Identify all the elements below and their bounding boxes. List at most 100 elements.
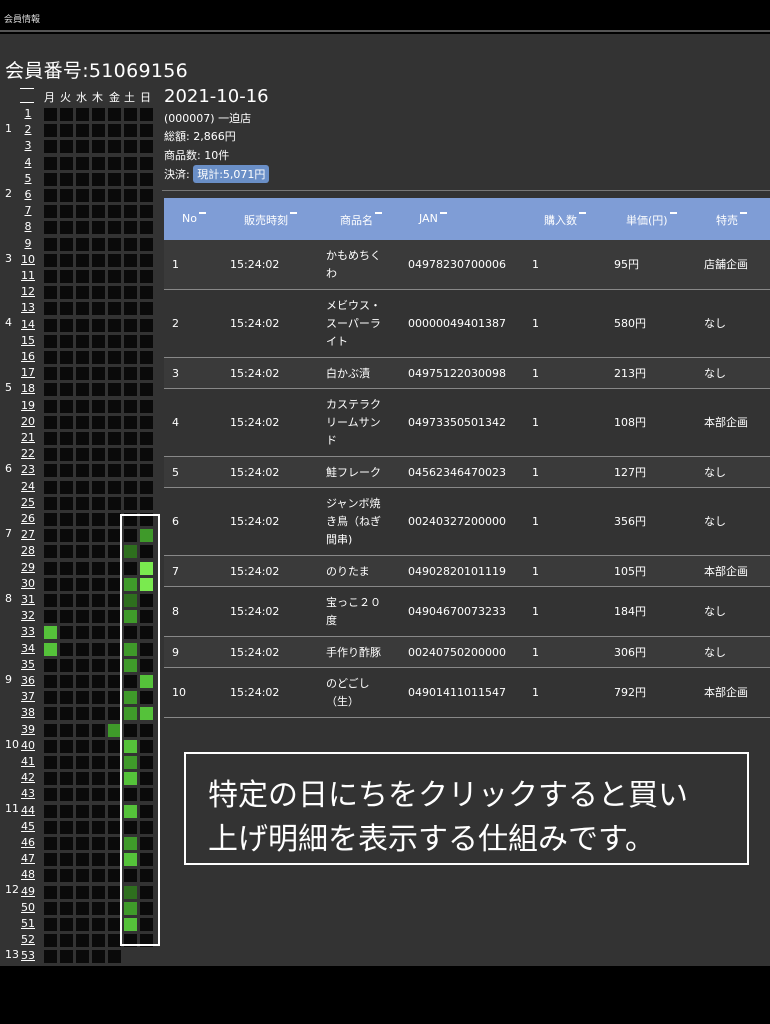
calendar-day[interactable] (92, 253, 105, 267)
calendar-day[interactable] (44, 270, 57, 283)
calendar-day[interactable] (76, 901, 89, 915)
calendar-day[interactable] (124, 496, 137, 510)
calendar-day[interactable] (140, 237, 153, 251)
calendar-day[interactable] (60, 901, 73, 915)
calendar-day[interactable] (76, 140, 89, 154)
calendar-day[interactable] (108, 367, 121, 381)
calendar-day[interactable] (108, 237, 121, 251)
calendar-day[interactable] (60, 480, 73, 494)
calendar-day[interactable] (60, 529, 73, 543)
calendar-day[interactable] (92, 707, 105, 721)
calendar-day[interactable] (92, 286, 105, 300)
calendar-day[interactable] (76, 675, 89, 688)
calendar-day[interactable] (60, 351, 73, 364)
week-number-link[interactable]: 45 (19, 820, 37, 834)
week-number-link[interactable]: 35 (19, 658, 37, 672)
calendar-day[interactable] (140, 286, 153, 300)
calendar-day[interactable] (124, 318, 137, 332)
table-row[interactable]: 6 15:24:02 00240327200000 1 356円 なし ジャンボ焼 き鳥（ねぎ… (164, 488, 770, 556)
calendar-day[interactable] (124, 172, 137, 186)
calendar-day[interactable] (92, 756, 105, 769)
calendar-day[interactable] (92, 772, 105, 786)
week-number-link[interactable]: 39 (19, 723, 37, 737)
week-number-link[interactable]: 21 (19, 431, 37, 445)
header-jan[interactable]: JAN (419, 212, 447, 225)
week-number-link[interactable]: 41 (19, 755, 37, 769)
calendar-day[interactable] (60, 205, 73, 219)
calendar-day[interactable] (44, 691, 57, 705)
week-number-link[interactable]: 3 (19, 139, 37, 153)
calendar-day[interactable] (140, 270, 153, 283)
calendar-day[interactable] (92, 594, 105, 607)
calendar-day[interactable] (60, 561, 73, 575)
calendar-day[interactable] (76, 367, 89, 381)
calendar-day[interactable] (108, 302, 121, 316)
calendar-day[interactable] (92, 869, 105, 883)
week-number-link[interactable]: 7 (19, 204, 37, 218)
week-number-link[interactable]: 30 (19, 577, 37, 591)
calendar-day[interactable] (60, 383, 73, 397)
table-row[interactable]: 8 15:24:02 04904670073233 1 184円 なし 宝っこ２０ 度 (164, 587, 770, 637)
calendar-day[interactable] (60, 642, 73, 656)
week-number-link[interactable]: 51 (19, 917, 37, 931)
week-number-link[interactable]: 11 (19, 269, 37, 283)
week-number-link[interactable]: 15 (19, 334, 37, 348)
calendar-day[interactable] (44, 853, 57, 867)
calendar-day[interactable] (92, 723, 105, 737)
calendar-day[interactable] (108, 156, 121, 170)
week-number-link[interactable]: 43 (19, 787, 37, 801)
calendar-day[interactable] (92, 399, 105, 413)
calendar-day[interactable] (76, 156, 89, 170)
calendar-day[interactable] (60, 221, 73, 235)
calendar-day[interactable] (44, 513, 57, 526)
week-number-link[interactable]: 12 (19, 285, 37, 299)
calendar-day[interactable] (92, 496, 105, 510)
calendar-day[interactable] (44, 885, 57, 899)
calendar-day[interactable] (76, 869, 89, 883)
week-number-link[interactable]: 13 (19, 301, 37, 315)
calendar-day[interactable] (140, 334, 153, 348)
calendar-day[interactable] (60, 723, 73, 737)
calendar-day[interactable] (108, 351, 121, 364)
calendar-day[interactable] (92, 464, 105, 478)
week-number-link[interactable]: 20 (19, 415, 37, 429)
calendar-day[interactable] (76, 286, 89, 300)
calendar-day[interactable] (44, 837, 57, 850)
calendar-day[interactable] (140, 383, 153, 397)
calendar-day[interactable] (44, 934, 57, 948)
calendar-day[interactable] (44, 788, 57, 802)
week-number-link[interactable]: 31 (19, 593, 37, 607)
calendar-day[interactable] (124, 351, 137, 364)
calendar-day[interactable] (108, 124, 121, 138)
calendar-day[interactable] (60, 334, 73, 348)
calendar-day[interactable] (92, 691, 105, 705)
calendar-day[interactable] (124, 448, 137, 462)
calendar-day[interactable] (92, 432, 105, 445)
calendar-day[interactable] (76, 189, 89, 202)
calendar-day[interactable] (92, 739, 105, 753)
calendar-day[interactable] (60, 399, 73, 413)
calendar-day[interactable] (60, 124, 73, 138)
calendar-day[interactable] (60, 691, 73, 705)
calendar-day[interactable] (92, 108, 105, 121)
calendar-day[interactable] (92, 804, 105, 818)
calendar-day[interactable] (60, 448, 73, 462)
calendar-day[interactable] (140, 448, 153, 462)
calendar-day[interactable] (44, 496, 57, 510)
week-number-link[interactable]: 46 (19, 836, 37, 850)
week-number-link[interactable]: 34 (19, 642, 37, 656)
calendar-day[interactable] (92, 626, 105, 640)
week-number-link[interactable]: 47 (19, 852, 37, 866)
calendar-day[interactable] (76, 302, 89, 316)
calendar-day[interactable] (124, 108, 137, 121)
calendar-day[interactable] (44, 658, 57, 672)
week-number-link[interactable]: 10 (19, 253, 37, 267)
calendar-day[interactable] (92, 529, 105, 543)
calendar-day[interactable] (44, 302, 57, 316)
calendar-day[interactable] (76, 237, 89, 251)
week-number-link[interactable]: 17 (19, 366, 37, 380)
calendar-day[interactable] (92, 675, 105, 688)
calendar-day[interactable] (92, 885, 105, 899)
calendar-day[interactable] (44, 820, 57, 834)
calendar-day[interactable] (108, 464, 121, 478)
